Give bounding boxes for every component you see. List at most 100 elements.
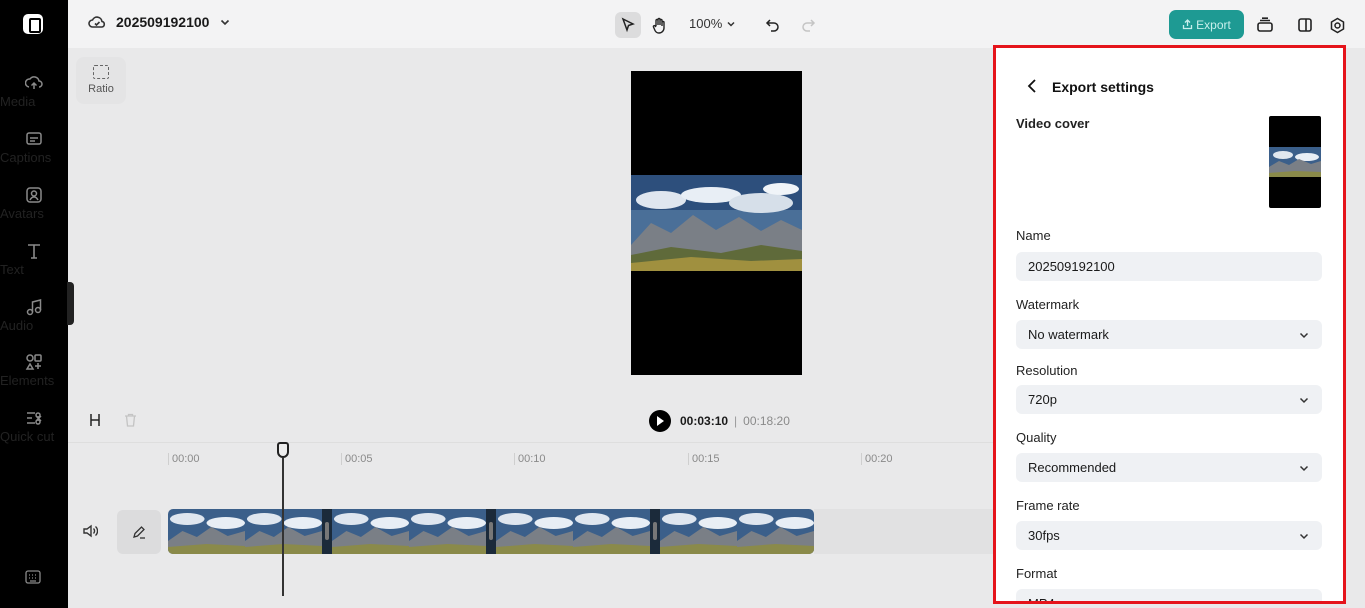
canvas-area: Ratio: [68, 48, 996, 398]
avatars-icon: [26, 187, 42, 203]
export-button[interactable]: Export: [1169, 10, 1244, 39]
zoom-dropdown[interactable]: 100%: [689, 16, 736, 31]
time-separator: |: [734, 414, 738, 428]
watermark-value: No watermark: [1028, 327, 1109, 342]
edit-cover-button[interactable]: [117, 510, 161, 554]
video-clip[interactable]: [332, 509, 409, 554]
sidebar-item-quick-cut[interactable]: Quick cut: [0, 409, 68, 444]
chevron-down-icon: [221, 19, 230, 26]
chevron-down-icon: [727, 21, 735, 27]
video-clip[interactable]: [168, 509, 245, 554]
left-sidebar: Media Captions Avatars Text Audio Elemen…: [0, 0, 68, 608]
chevron-down-icon: [1299, 533, 1309, 539]
cursor-icon: [621, 17, 635, 33]
video-clip[interactable]: [573, 509, 650, 554]
ratio-button[interactable]: Ratio: [76, 57, 126, 104]
watermark-select[interactable]: No watermark: [1016, 320, 1322, 349]
resolution-select[interactable]: 720p: [1016, 385, 1322, 414]
frame-rate-select[interactable]: 30fps: [1016, 521, 1322, 550]
sidebar-item-label: Text: [0, 262, 24, 277]
quick-cut-icon: [27, 412, 42, 425]
sidebar-item-elements[interactable]: Elements: [0, 353, 68, 388]
format-label: Format: [1016, 566, 1058, 581]
frame-rate-value: 30fps: [1028, 528, 1060, 543]
name-label: Name: [1016, 228, 1051, 243]
video-clip[interactable]: [737, 509, 814, 554]
video-cover-thumbnail[interactable]: [1269, 116, 1321, 208]
video-clip[interactable]: [496, 509, 573, 554]
total-time: 00:18:20: [743, 414, 790, 428]
gear-icon: [1330, 17, 1344, 33]
pencil-icon: [133, 526, 145, 539]
sidebar-item-captions[interactable]: Captions: [0, 130, 68, 165]
undo-icon: [765, 19, 779, 32]
chevron-down-icon: [1299, 332, 1309, 338]
name-value: 202509192100: [1028, 259, 1115, 274]
sidebar-item-label: Elements: [0, 373, 55, 388]
name-field[interactable]: 202509192100: [1016, 252, 1322, 281]
ruler-tick: 00:00: [168, 453, 200, 465]
split-icon[interactable]: [88, 413, 102, 427]
layers-icon: [1257, 17, 1273, 32]
playhead-handle[interactable]: [277, 442, 289, 458]
ratio-icon: [93, 65, 109, 79]
trash-icon[interactable]: [124, 413, 137, 427]
undo-button[interactable]: [760, 12, 786, 38]
current-time: 00:03:10: [680, 414, 729, 428]
clip-transition-handle[interactable]: [486, 509, 496, 554]
app-logo: [23, 14, 43, 34]
text-icon: [28, 244, 40, 259]
video-clip[interactable]: [245, 509, 322, 554]
redo-button[interactable]: [795, 12, 821, 38]
ruler-tick: 00:05: [341, 453, 373, 465]
resolution-label: Resolution: [1016, 363, 1078, 378]
select-tool-button[interactable]: [615, 12, 641, 38]
clip-transition-handle[interactable]: [322, 509, 332, 554]
video-preview[interactable]: [631, 71, 802, 375]
split-panel-icon: [1298, 18, 1312, 32]
sidebar-item-media[interactable]: Media: [0, 74, 68, 109]
panel-toggle-button[interactable]: [1292, 12, 1318, 38]
sidebar-item-avatars[interactable]: Avatars: [0, 186, 68, 221]
video-clip[interactable]: [660, 509, 737, 554]
export-icon: [1183, 19, 1193, 30]
volume-icon[interactable]: [82, 524, 98, 538]
quality-label: Quality: [1016, 430, 1057, 445]
zoom-level: 100%: [689, 16, 723, 31]
format-value: MP4: [1028, 596, 1055, 604]
frame-rate-label: Frame rate: [1016, 498, 1080, 513]
video-cover-label: Video cover: [1016, 116, 1090, 131]
video-clip[interactable]: [409, 509, 486, 554]
timeline-ruler[interactable]: 00:00 00:05 00:10 00:15 00:20: [68, 442, 996, 470]
audio-icon: [26, 299, 42, 316]
resolution-value: 720p: [1028, 392, 1057, 407]
hand-icon: [652, 17, 665, 34]
ruler-tick: 00:10: [514, 453, 546, 465]
playhead-line: [282, 458, 284, 596]
format-select[interactable]: MP4: [1016, 589, 1322, 604]
sidebar-item-label: Captions: [0, 150, 52, 165]
clip-transition-handle[interactable]: [650, 509, 660, 554]
sidebar-item-label: Avatars: [0, 206, 44, 221]
settings-button[interactable]: [1324, 12, 1350, 38]
back-arrow-icon[interactable]: [1024, 77, 1042, 95]
hand-tool-button[interactable]: [646, 12, 672, 38]
panel-collapse-handle[interactable]: [67, 282, 74, 325]
project-name-dropdown[interactable]: 202509192100: [88, 14, 231, 30]
sidebar-item-label: Audio: [0, 318, 34, 333]
play-button[interactable]: [649, 410, 671, 432]
video-track[interactable]: [168, 509, 814, 554]
project-name: 202509192100: [116, 14, 210, 30]
keyboard-icon[interactable]: [25, 570, 41, 584]
layers-button[interactable]: [1252, 12, 1278, 38]
chevron-down-icon: [1299, 465, 1309, 471]
quality-value: Recommended: [1028, 460, 1117, 475]
sidebar-item-text[interactable]: Text: [0, 242, 68, 277]
quality-select[interactable]: Recommended: [1016, 453, 1322, 482]
sidebar-item-label: Media: [0, 94, 36, 109]
track-empty-area: [814, 509, 996, 554]
sidebar-item-audio[interactable]: Audio: [0, 298, 68, 333]
top-bar: 202509192100 100% Export: [68, 0, 1365, 48]
media-upload-icon: [25, 76, 43, 89]
landscape-image: [631, 175, 802, 271]
